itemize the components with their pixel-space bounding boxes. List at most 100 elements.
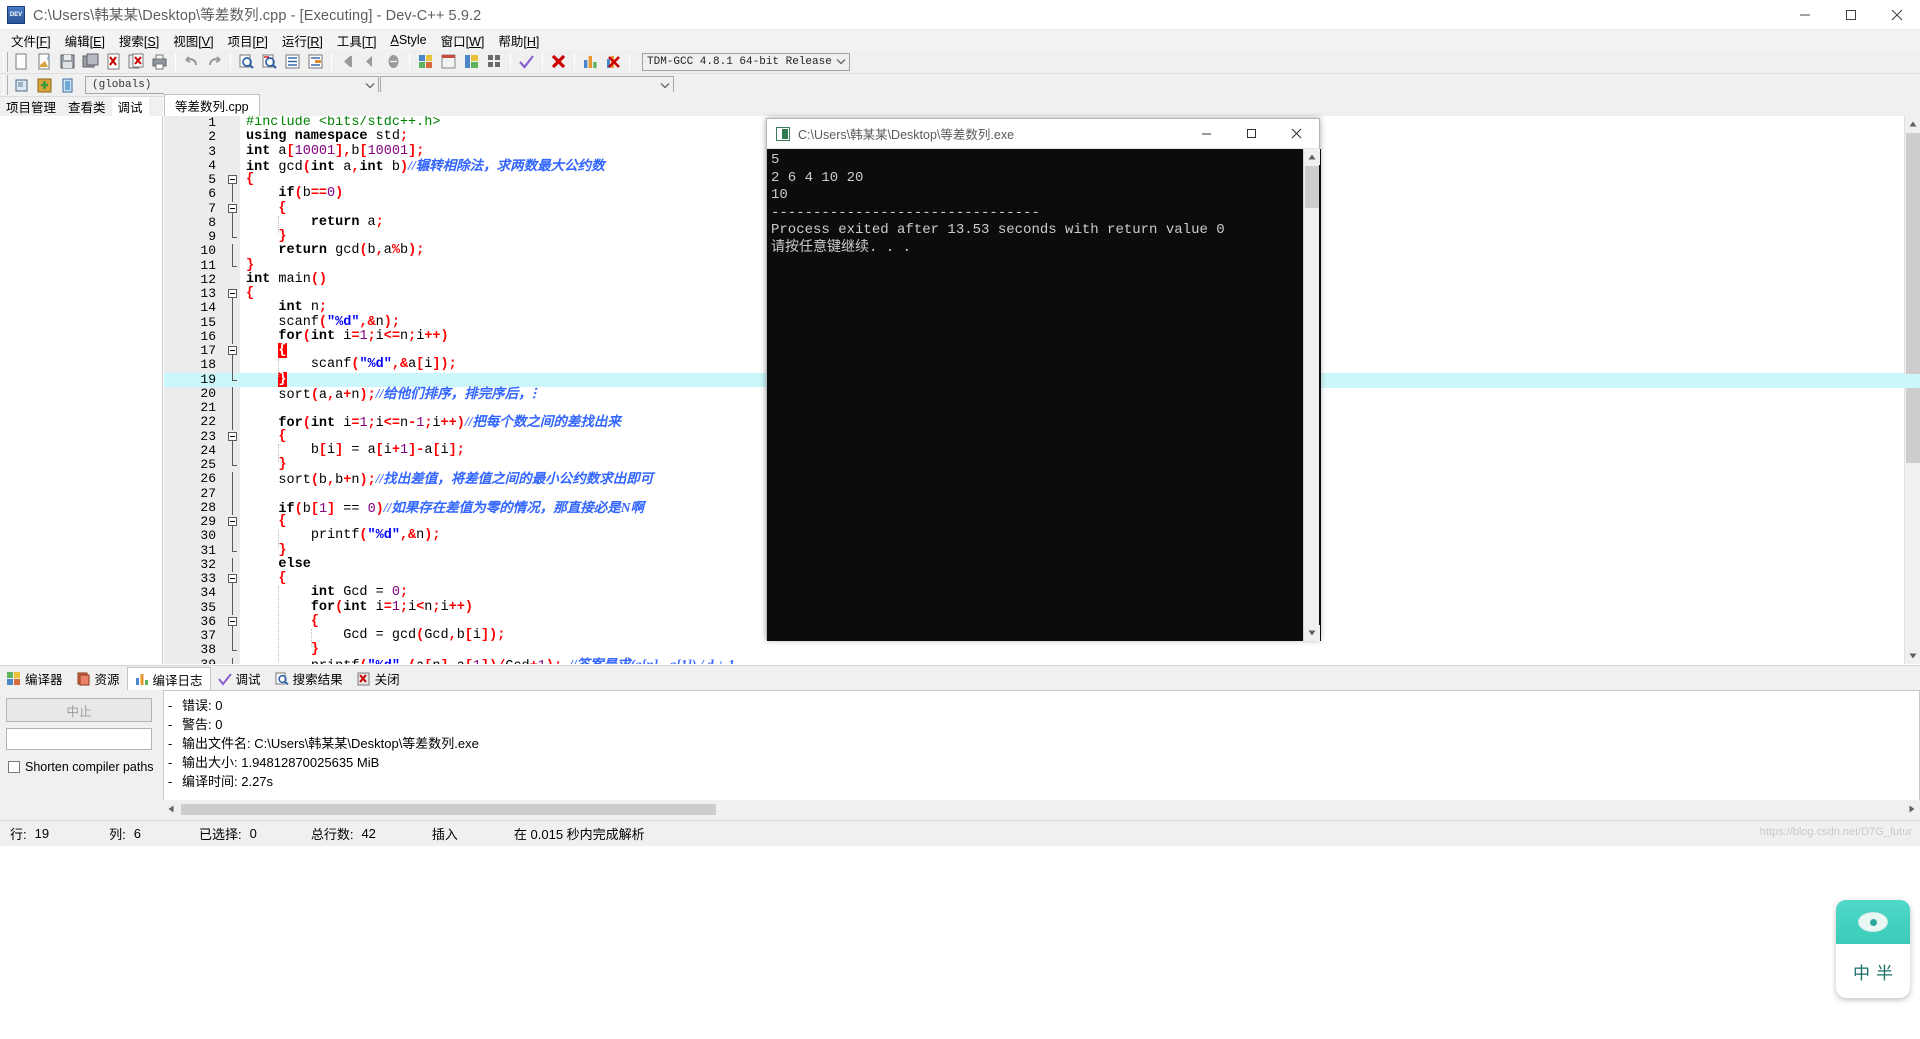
tab-debug-panel[interactable]: 调试 — [211, 667, 268, 690]
replace-icon[interactable] — [259, 51, 280, 72]
line-number: 24 — [200, 442, 216, 458]
menu-window[interactable]: 窗口[W] — [434, 29, 492, 52]
undo-icon[interactable] — [181, 51, 202, 72]
tab-compile-log[interactable]: 编译日志 — [126, 667, 211, 690]
insert-icon[interactable] — [11, 75, 32, 96]
chevron-down-icon[interactable] — [833, 54, 849, 70]
code-line[interactable]: 39 printf("%d",(a[n]-a[1])/Gcd+1); //答案是… — [164, 657, 1920, 664]
scroll-right-icon[interactable] — [1904, 800, 1920, 817]
goto-icon[interactable] — [57, 75, 78, 96]
tab-search-results[interactable]: 搜索结果 — [268, 667, 350, 690]
forward-icon[interactable] — [360, 51, 381, 72]
ime-mode-chinese[interactable]: 中 — [1853, 959, 1870, 984]
scroll-down-icon[interactable] — [1905, 648, 1920, 664]
delete-profile-icon[interactable] — [603, 51, 624, 72]
menu-project[interactable]: 项目[P] — [221, 29, 275, 52]
tab-compiler[interactable]: 编译器 — [0, 667, 70, 690]
menu-tools[interactable]: 工具[T] — [330, 29, 384, 52]
console-scrollbar[interactable] — [1303, 149, 1320, 641]
hscroll-thumb[interactable] — [181, 803, 716, 815]
run-icon[interactable] — [438, 51, 459, 72]
menu-view[interactable]: 视图[V] — [166, 29, 220, 52]
open-file-icon[interactable] — [34, 51, 55, 72]
editor-vertical-scrollbar[interactable] — [1904, 116, 1920, 664]
maximize-icon[interactable] — [1229, 119, 1274, 149]
close-file-icon[interactable] — [103, 51, 124, 72]
syntax-check-icon[interactable] — [516, 51, 537, 72]
code-text: for(int i=1;i<n;i++) — [310, 599, 473, 615]
shorten-paths-checkbox[interactable] — [8, 761, 20, 773]
minimize-icon[interactable] — [1184, 119, 1229, 149]
chevron-down-icon[interactable] — [657, 77, 673, 93]
code-text: return gcd(b,a%b); — [278, 243, 425, 259]
toolbar-separator — [574, 52, 575, 71]
close-icon[interactable] — [1874, 0, 1920, 30]
goto-function-icon[interactable] — [305, 51, 326, 72]
menu-help[interactable]: 帮助[H] — [491, 29, 546, 52]
window-controls — [1782, 0, 1920, 30]
code-text: { — [310, 613, 319, 629]
shorten-paths-row[interactable]: Shorten compiler paths — [8, 760, 154, 774]
new-file-icon[interactable] — [11, 51, 32, 72]
line-number: 19 — [200, 371, 216, 387]
scroll-left-icon[interactable] — [163, 800, 179, 817]
toolbar-grip[interactable] — [3, 75, 8, 95]
code-text: { — [246, 286, 255, 301]
redo-icon[interactable] — [204, 51, 225, 72]
abort-button[interactable]: 中止 — [6, 698, 152, 722]
tab-compiler-label: 编译器 — [25, 673, 63, 687]
print-icon[interactable] — [149, 51, 170, 72]
toggle-icon[interactable] — [34, 75, 55, 96]
ime-mode-halfwidth[interactable]: 半 — [1876, 959, 1893, 984]
close-icon[interactable] — [1274, 119, 1319, 149]
back-icon[interactable] — [337, 51, 358, 72]
tab-class-browser[interactable]: 查看类 — [62, 97, 112, 116]
line-number: 16 — [200, 328, 216, 344]
menu-search[interactable]: 搜索[S] — [112, 29, 166, 52]
compiler-set-combo[interactable]: TDM-GCC 4.8.1 64-bit Release — [642, 52, 850, 71]
debug-icon — [217, 672, 232, 686]
status-mode-label: 插入 — [431, 827, 458, 842]
menu-run[interactable]: 运行[R] — [275, 29, 330, 52]
toolbar-grip[interactable] — [3, 51, 8, 72]
tab-close-panel[interactable]: 关闭 — [350, 667, 407, 690]
find-icon[interactable] — [236, 51, 257, 72]
tab-resource[interactable]: 资源 — [70, 667, 127, 690]
compile-log-output[interactable]: - 错误: 0 - 警告: 0 - 输出文件名: C:\Users\韩某某\De… — [163, 690, 1920, 802]
tab-project-manager[interactable]: 项目管理 — [0, 97, 62, 116]
hscroll-track[interactable] — [179, 800, 1904, 817]
ime-mode-row[interactable]: 中 半 — [1836, 944, 1910, 998]
save-icon[interactable] — [57, 51, 78, 72]
scroll-up-icon[interactable] — [1304, 149, 1320, 165]
scroll-down-icon[interactable] — [1304, 625, 1320, 641]
code-text: scanf("%d",&n); — [278, 314, 400, 330]
log-horizontal-scrollbar[interactable] — [163, 800, 1920, 817]
profile-icon[interactable] — [580, 51, 601, 72]
stop-execution-icon[interactable] — [548, 51, 569, 72]
code-text: return a; — [310, 214, 384, 230]
compile-run-icon[interactable] — [461, 51, 482, 72]
save-all-icon[interactable] — [80, 51, 101, 72]
console-window[interactable]: C:\Users\韩某某\Desktop\等差数列.exe 5 2 6 4 10… — [766, 118, 1321, 641]
menu-astyle[interactable]: AStyle — [383, 31, 433, 49]
tab-resource-label: 资源 — [94, 673, 120, 687]
chevron-down-icon[interactable] — [362, 77, 378, 93]
code-line[interactable]: 38 } — [164, 642, 1920, 657]
compile-icon[interactable] — [415, 51, 436, 72]
scroll-up-icon[interactable] — [1905, 116, 1920, 132]
console-scroll-thumb[interactable] — [1305, 166, 1319, 208]
goto-line-icon[interactable] — [282, 51, 303, 72]
ime-floating-widget[interactable]: 中 半 — [1836, 900, 1910, 998]
toggle-breakpoint-icon[interactable] — [383, 51, 404, 72]
close-all-icon[interactable] — [126, 51, 147, 72]
rebuild-all-icon[interactable] — [484, 51, 505, 72]
tab-debug[interactable]: 调试 — [111, 97, 149, 116]
menu-file[interactable]: 文件[F] — [4, 29, 58, 52]
menu-edit[interactable]: 编辑[E] — [58, 29, 112, 52]
maximize-icon[interactable] — [1828, 0, 1874, 30]
code-text: } — [278, 457, 287, 472]
editor-scroll-thumb[interactable] — [1906, 133, 1920, 463]
tab-debug-label: 调试 — [235, 673, 261, 687]
minimize-icon[interactable] — [1782, 0, 1828, 30]
tab-editor-file[interactable]: 等差数列.cpp — [164, 94, 260, 116]
